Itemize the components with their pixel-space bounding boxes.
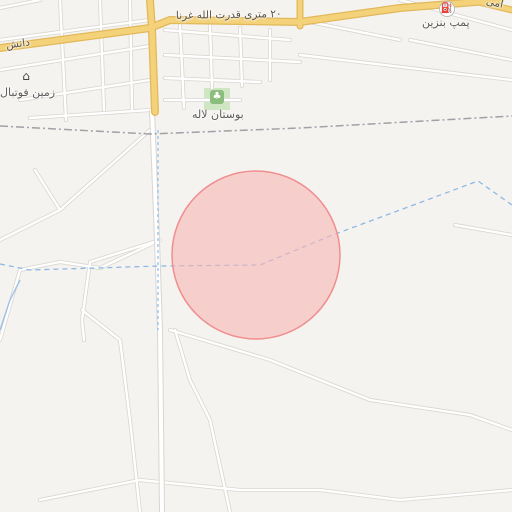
highlight-radius-circle[interactable] xyxy=(171,170,341,340)
map-canvas[interactable]: ۲۰ متری قدرت الله غرنا دانش امی ♣ بوستان… xyxy=(0,0,512,512)
boundary-line xyxy=(0,115,512,135)
park-label[interactable]: بوستان لاله xyxy=(192,108,244,121)
fuel-pump-icon[interactable]: ⛽ xyxy=(439,1,455,17)
fuel-label[interactable]: پمپ بنزین xyxy=(422,16,470,29)
stadium-icon[interactable]: ⌂ xyxy=(19,69,33,83)
tree-icon[interactable]: ♣ xyxy=(210,90,224,104)
road-label-main: ۲۰ متری قدرت الله غرنا xyxy=(175,8,282,22)
football-label[interactable]: زمین فوتبال xyxy=(0,86,55,99)
map-base-layer xyxy=(0,0,512,512)
